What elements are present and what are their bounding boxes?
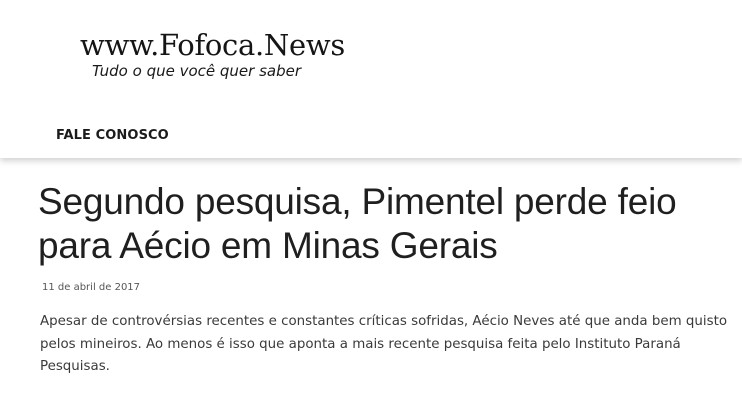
logo-tagline: Tudo o que você quer saber	[92, 62, 302, 80]
article-excerpt: Apesar de controvérsias recentes e const…	[40, 314, 728, 374]
nav-item-fale-conosco[interactable]: FALE CONOSCO	[56, 128, 169, 143]
article-date: 11 de abril de 2017	[42, 282, 141, 293]
article-title[interactable]: Segundo pesquisa, Pimentel perde feio pa…	[38, 180, 718, 268]
logo-title: www.Fofoca.News	[80, 28, 345, 62]
site-header: www.Fofoca.News Tudo o que você quer sab…	[0, 0, 742, 158]
site-logo[interactable]: www.Fofoca.News Tudo o que você quer sab…	[80, 28, 345, 80]
main-nav: FALE CONOSCO	[56, 126, 169, 144]
article: Segundo pesquisa, Pimentel perde feio pa…	[38, 180, 727, 379]
